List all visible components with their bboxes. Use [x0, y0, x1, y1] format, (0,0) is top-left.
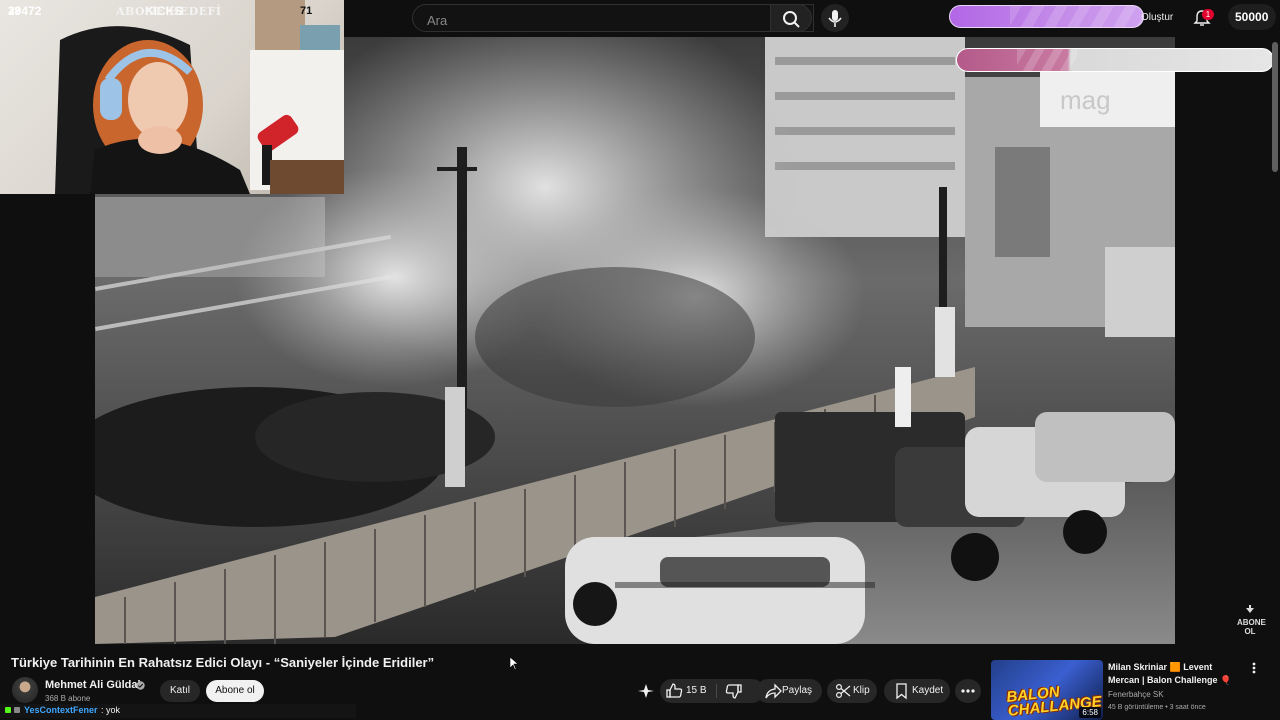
recommended-video-title[interactable]: Milan Skriniar 🟧 Levent Mercan | Balon C…	[1108, 661, 1238, 687]
subscribe-button[interactable]: Abone ol	[206, 680, 264, 702]
clip-label: Klip	[853, 685, 870, 696]
more-vertical-icon[interactable]	[1248, 660, 1260, 676]
share-arrow-icon	[765, 683, 782, 699]
save-label: Kaydet	[912, 685, 944, 696]
more-horizontal-icon	[961, 689, 975, 693]
join-button[interactable]: Katıl	[160, 680, 200, 702]
subscriber-count: 368 B abone	[45, 694, 91, 703]
search-bar	[412, 4, 814, 32]
kicks-progress-bar	[949, 5, 1144, 28]
scissors-icon	[835, 683, 851, 699]
recommended-video-meta: 45 B görüntüleme • 3 saat önce	[1108, 704, 1206, 711]
voice-search-button[interactable]	[821, 4, 849, 32]
streamer-camera	[55, 0, 344, 194]
channel-name[interactable]: Mehmet Ali Güldal	[45, 679, 141, 691]
bookmark-icon	[896, 683, 907, 700]
webcam-overlay	[0, 0, 344, 194]
mouse-cursor-icon	[510, 657, 518, 670]
watermark-label: ABONE OL	[1237, 618, 1266, 636]
recommended-video-thumbnail[interactable]: BALON CHALLANGE 6:58	[991, 660, 1103, 720]
search-icon	[783, 11, 800, 28]
dislike-button[interactable]	[722, 679, 746, 703]
thumbs-up-icon	[666, 683, 683, 698]
arrow-down-icon	[1246, 605, 1254, 613]
page-scrollbar[interactable]	[1272, 42, 1278, 172]
microphone-icon	[828, 10, 842, 27]
video-duration: 6:58	[1079, 707, 1101, 718]
verified-check-icon	[136, 681, 145, 690]
overlay-brand-text: mag	[1060, 85, 1111, 115]
chat-message: : yok	[101, 705, 121, 715]
subscriber-goal-current: 32	[8, 5, 21, 17]
like-divider	[716, 684, 717, 698]
share-label: Paylaş	[782, 685, 813, 696]
like-count: 15 B	[686, 685, 707, 696]
search-button[interactable]	[770, 4, 812, 32]
channel-avatar[interactable]	[12, 677, 38, 703]
video-title: Türkiye Tarihinin En Rahatsız Edici Olay…	[11, 655, 435, 670]
chat-badge-icon	[5, 707, 20, 713]
recommended-channel-name[interactable]: Fenerbahçe SK	[1108, 690, 1164, 699]
notification-count-badge: 1	[1202, 9, 1214, 20]
thumbs-down-icon	[725, 684, 742, 699]
subscribe-watermark[interactable]: ABONE OL	[1237, 600, 1266, 636]
search-input[interactable]	[425, 11, 769, 29]
create-button[interactable]: Oluştur	[1141, 12, 1173, 23]
chat-username: YesContextFener	[24, 705, 98, 715]
more-actions-button[interactable]	[955, 679, 981, 703]
subscriber-goal-label: ABONE HEDEFİ	[116, 5, 222, 18]
subscriber-goal-bar	[956, 48, 1274, 72]
ask-ai-sparkle-icon[interactable]	[634, 681, 658, 701]
subscriber-goal-target: 71	[300, 5, 313, 17]
goal-counter-value: 50000	[1235, 10, 1269, 24]
